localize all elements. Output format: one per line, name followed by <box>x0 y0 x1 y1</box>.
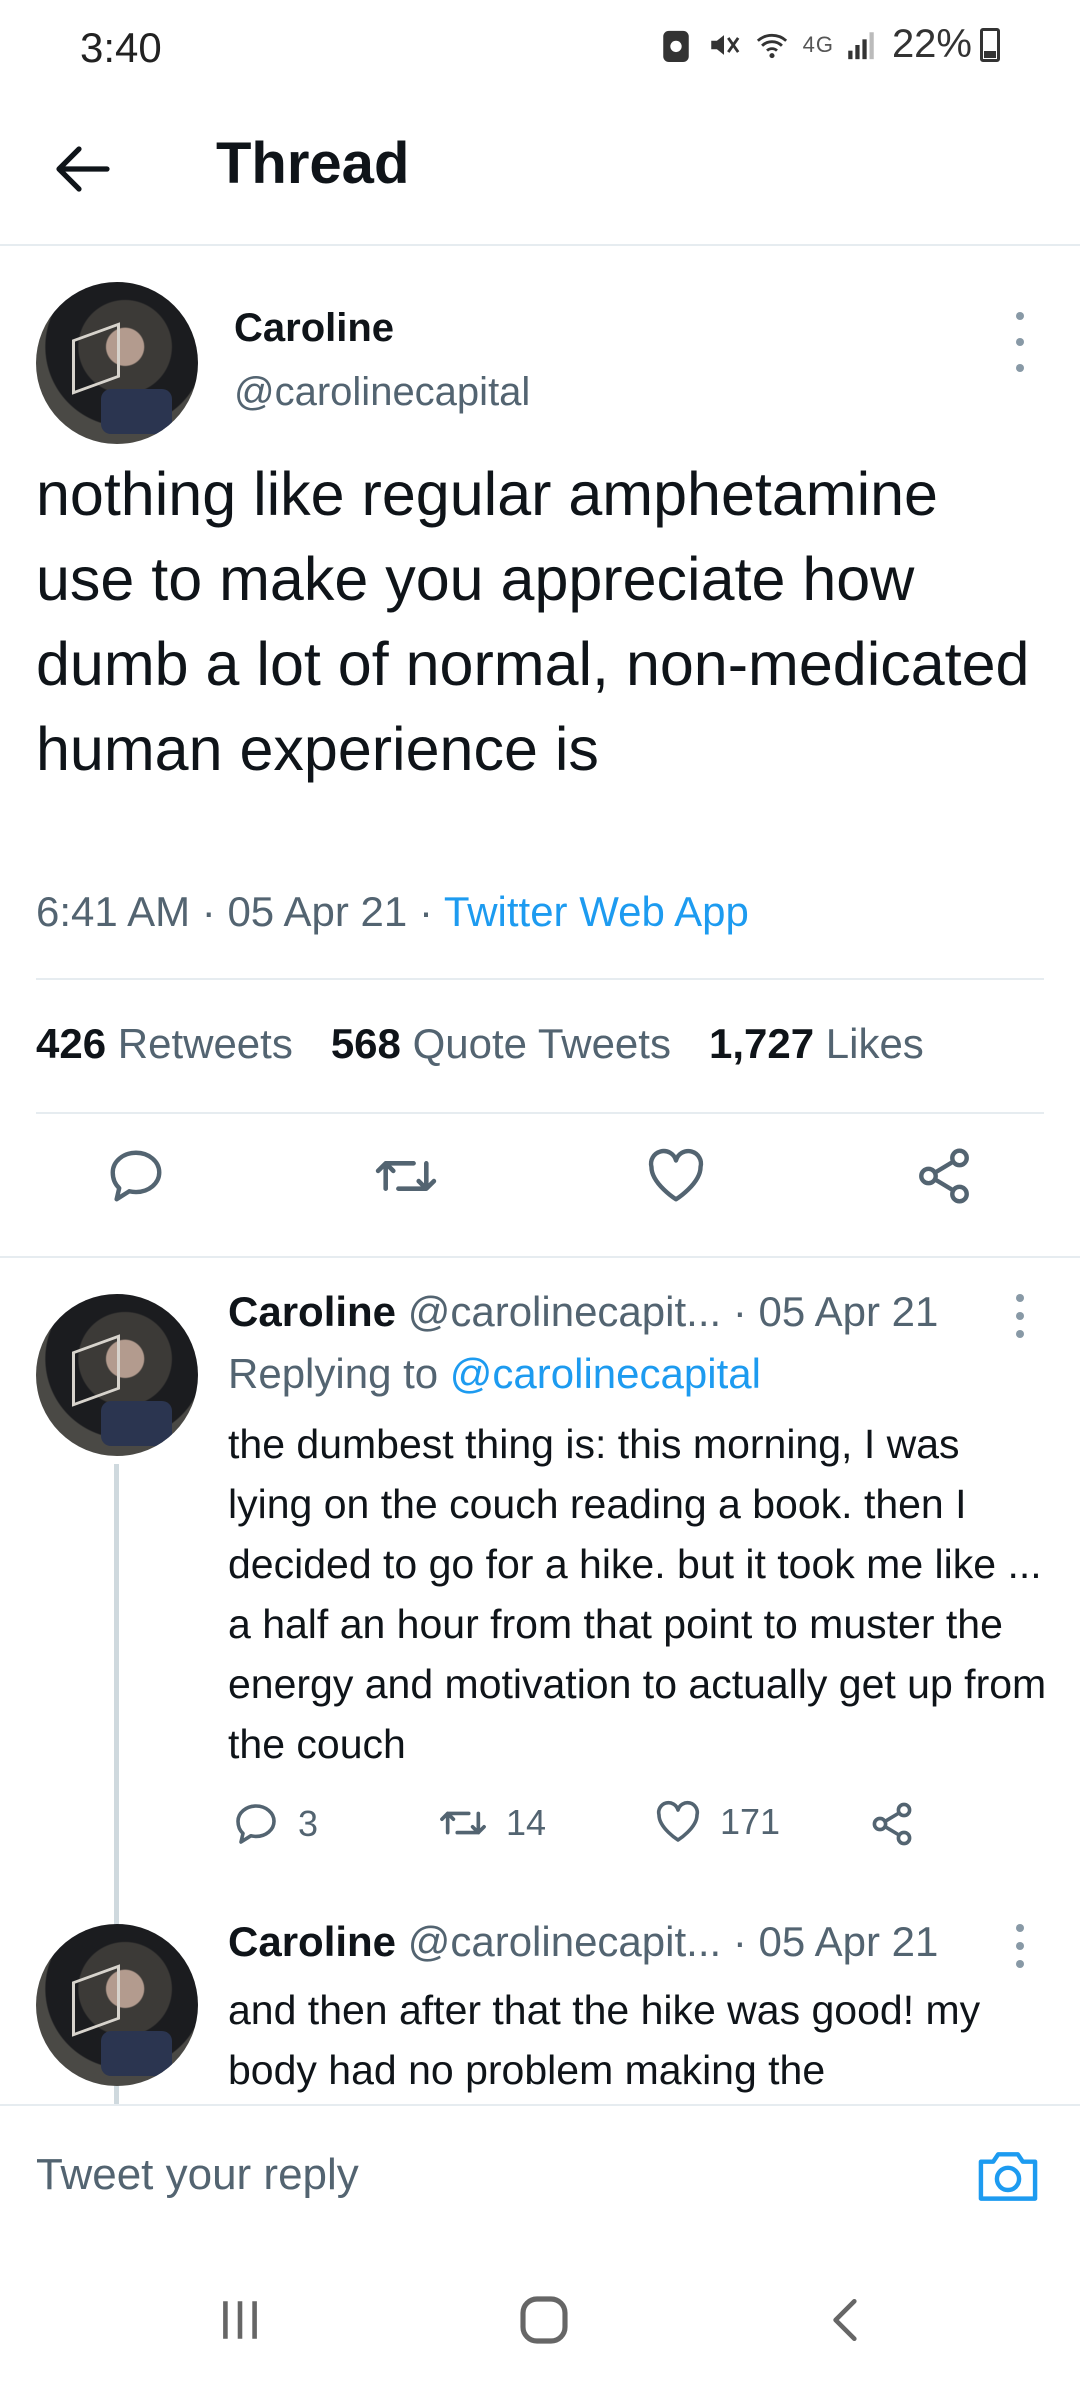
tweet-date: 05 Apr 21 <box>227 888 408 935</box>
avatar[interactable] <box>36 1294 198 1456</box>
tweet-meta: 6:41 AM · 05 Apr 21 · Twitter Web App <box>36 888 749 936</box>
retweet-count: 14 <box>506 1802 547 1843</box>
tweet-source-link[interactable]: Twitter Web App <box>444 888 749 935</box>
meta-separator: · <box>418 888 433 935</box>
back-button[interactable] <box>48 134 118 204</box>
reply-header: Caroline @carolinecapit... · 05 Apr 21 <box>228 1288 938 1336</box>
author-name[interactable]: Caroline <box>228 1288 396 1335</box>
dot-icon <box>1016 338 1024 346</box>
chevron-left-icon <box>833 2298 857 2342</box>
dot-icon <box>1016 1960 1024 1968</box>
author-handle[interactable]: @carolinecapital <box>234 370 530 415</box>
share-button[interactable] <box>904 1136 984 1216</box>
retweet-icon <box>440 1811 486 1835</box>
retweet-button[interactable]: 14 <box>438 1800 546 1846</box>
meta-separator: · <box>732 1918 747 1965</box>
notification-icon <box>662 30 689 62</box>
arrow-left-icon <box>56 146 110 192</box>
likes-stat[interactable]: 1,727 Likes <box>709 1020 924 1068</box>
reply-button[interactable]: 3 <box>232 1800 318 1848</box>
replying-to-link[interactable]: @carolinecapital <box>450 1350 761 1397</box>
camera-button[interactable] <box>976 2144 1040 2204</box>
replying-to: Replying to @carolinecapital <box>228 1350 761 1398</box>
more-options-button[interactable] <box>1010 1924 1030 1968</box>
system-back-button[interactable] <box>806 2290 886 2350</box>
author-name[interactable]: Caroline <box>234 306 394 351</box>
battery-icon <box>980 27 1000 62</box>
quote-tweets-stat[interactable]: 568 Quote Tweets <box>331 1020 671 1068</box>
author-handle: @carolinecapit... <box>407 1288 722 1335</box>
reply-text: and then after that the hike was good! m… <box>228 1987 981 2093</box>
quotes-count: 568 <box>330 1020 401 1067</box>
tweet-text: nothing like regular amphetamine use to … <box>36 460 1030 783</box>
header: Thread <box>0 100 1080 246</box>
retweets-stat[interactable]: 426 Retweets <box>36 1020 293 1068</box>
replying-to-label: Replying to <box>228 1350 439 1397</box>
divider <box>0 1256 1080 1258</box>
likes-count: 1,727 <box>708 1020 815 1067</box>
meta-separator: · <box>732 1288 747 1335</box>
reply-header: Caroline @carolinecapit... · 05 Apr 21 <box>228 1918 938 1966</box>
status-bar: 3:40 4G 22% <box>0 0 1080 100</box>
like-count: 171 <box>720 1801 781 1842</box>
battery-indicator: 22% <box>892 22 1000 67</box>
reply-date: 05 Apr 21 <box>758 1918 939 1965</box>
reply-composer: Tweet your reply <box>0 2104 1080 2243</box>
share-icon <box>872 1802 912 1846</box>
reply-input[interactable]: Tweet your reply <box>36 2150 359 2200</box>
home-button[interactable] <box>504 2290 584 2350</box>
system-nav-bar <box>0 2240 1080 2400</box>
status-time: 3:40 <box>80 24 162 71</box>
signal-icon <box>848 31 874 59</box>
more-options-button[interactable] <box>1010 312 1030 372</box>
network-type: 4G <box>802 31 834 57</box>
page-title: Thread <box>216 131 410 196</box>
dot-icon <box>1016 312 1024 320</box>
share-icon <box>919 1148 969 1204</box>
divider <box>36 978 1044 980</box>
retweets-count: 426 <box>36 1020 107 1067</box>
mute-icon <box>710 34 739 55</box>
dot-icon <box>1016 1924 1024 1932</box>
reply-text: the dumbest thing is: this morning, I wa… <box>228 1421 1047 1767</box>
battery-percent: 22% <box>891 22 972 66</box>
likes-label: Likes <box>825 1020 924 1067</box>
dot-icon <box>1016 1942 1024 1950</box>
reply-icon <box>236 1804 276 1844</box>
reply-date: 05 Apr 21 <box>758 1288 939 1335</box>
heart-icon <box>656 1800 700 1842</box>
recent-apps-icon <box>223 2301 257 2339</box>
dot-icon <box>1016 1330 1024 1338</box>
avatar[interactable] <box>36 1924 198 2086</box>
retweets-label: Retweets <box>117 1020 293 1067</box>
reply-button[interactable] <box>96 1136 176 1216</box>
recent-apps-button[interactable] <box>200 2290 280 2350</box>
share-button[interactable] <box>868 1800 916 1848</box>
dot-icon <box>1016 1294 1024 1302</box>
retweet-button[interactable] <box>366 1136 446 1216</box>
camera-icon <box>978 2152 1038 2201</box>
dot-icon <box>1016 1312 1024 1320</box>
author-name[interactable]: Caroline <box>228 1918 396 1965</box>
retweet-icon <box>375 1161 437 1191</box>
divider <box>36 1112 1044 1114</box>
author-handle: @carolinecapit... <box>407 1918 722 1965</box>
reply-actions: 3 14 171 <box>228 1800 928 1860</box>
avatar[interactable] <box>36 282 198 444</box>
quotes-label: Quote Tweets <box>412 1020 671 1067</box>
more-options-button[interactable] <box>1010 1294 1030 1338</box>
reply-count: 3 <box>298 1803 319 1844</box>
tweet-actions <box>0 1136 1080 1246</box>
dot-icon <box>1016 364 1024 372</box>
like-button[interactable] <box>636 1136 716 1216</box>
reply-icon <box>110 1150 162 1202</box>
meta-separator: · <box>201 888 216 935</box>
tweet-time: 6:41 AM <box>36 888 191 935</box>
home-icon <box>520 2296 568 2344</box>
tweet-stats: 426 Retweets 568 Quote Tweets 1,727 Like… <box>36 1020 924 1068</box>
heart-icon <box>648 1148 704 1202</box>
wifi-icon <box>756 33 787 58</box>
status-icons: 4G 22% <box>659 22 1000 67</box>
like-button[interactable]: 171 <box>654 1800 780 1844</box>
